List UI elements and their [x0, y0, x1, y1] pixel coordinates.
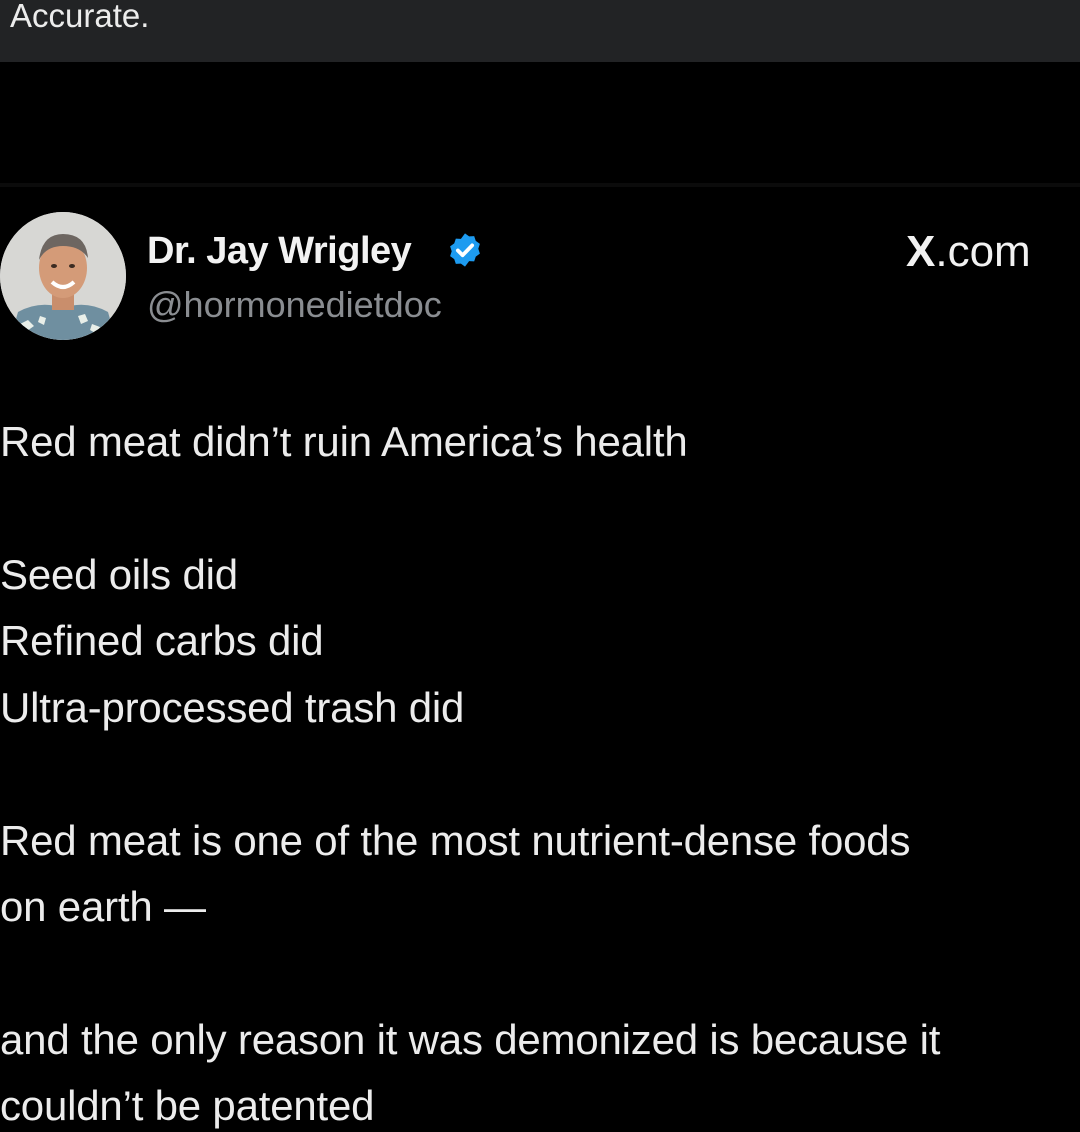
tweet-line: and the only reason it was demonized is … [0, 1016, 941, 1063]
caption-bar: Accurate. [0, 0, 1080, 62]
x-logo-icon: X [906, 227, 936, 276]
source-domain: .com [935, 227, 1031, 276]
tweet-line: Refined carbs did [0, 617, 324, 664]
tweet-line: on earth — [0, 883, 206, 930]
source-watermark: X.com [906, 226, 1031, 278]
avatar-photo [0, 212, 126, 340]
tweet-line: Ultra-processed trash did [0, 684, 465, 731]
avatar[interactable] [0, 212, 126, 340]
tweet-line: Red meat is one of the most nutrient-den… [0, 817, 911, 864]
author-display-name[interactable]: Dr. Jay Wrigley [147, 228, 412, 274]
divider [0, 183, 1080, 187]
tweet-line: Red meat didn’t ruin America’s health [0, 418, 688, 465]
tweet-line: couldn’t be patented [0, 1082, 375, 1129]
verified-badge-icon [450, 233, 480, 267]
caption-text: Accurate. [10, 0, 150, 34]
author-handle[interactable]: @hormonedietdoc [147, 283, 442, 327]
tweet-line: Seed oils did [0, 551, 238, 598]
